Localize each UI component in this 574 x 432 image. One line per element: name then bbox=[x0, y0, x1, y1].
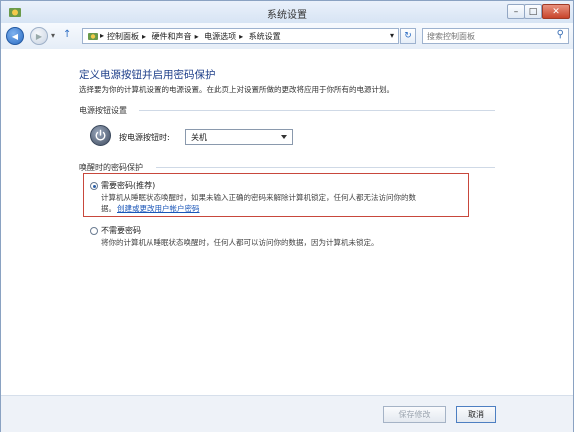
section-divider bbox=[156, 167, 495, 168]
refresh-icon: ↻ bbox=[404, 31, 412, 41]
system-settings-window: 系统设置 – □ ✕ ◀ ▶ ▾ ↑ ▸ 控制面板 ▸ 硬件和声音 ▸ 电源选项 ▸ … bbox=[0, 0, 574, 432]
require-password-label[interactable]: 需要密码(推荐) bbox=[101, 180, 155, 191]
maximize-button[interactable]: □ bbox=[524, 4, 542, 19]
breadcrumb-system-settings[interactable]: 系统设置 bbox=[249, 32, 281, 41]
no-password-description: 将你的计算机从睡眠状态唤醒时，任何人都可以访问你的数据，因为计算机未锁定。 bbox=[101, 238, 379, 247]
breadcrumb-separator-icon: ▸ bbox=[194, 32, 199, 41]
recent-pages-dropdown-icon[interactable]: ▾ bbox=[51, 31, 55, 40]
require-password-radio[interactable] bbox=[90, 182, 98, 190]
close-button[interactable]: ✕ bbox=[542, 4, 570, 19]
no-password-label[interactable]: 不需要密码 bbox=[101, 225, 141, 236]
power-button-icon bbox=[90, 125, 111, 146]
address-dropdown-icon[interactable]: ▾ bbox=[390, 31, 394, 40]
refresh-button[interactable]: ↻ bbox=[400, 28, 416, 44]
close-icon: ✕ bbox=[552, 6, 560, 17]
require-password-description-cont: 据。 bbox=[101, 204, 116, 213]
cancel-button[interactable]: 取消 bbox=[456, 406, 496, 423]
search-icon[interactable]: ⚲ bbox=[557, 29, 564, 40]
page-description: 选择要为你的计算机设置的电源设置。在此页上对设置所做的更改将应用于你所有的电源计… bbox=[79, 85, 394, 94]
require-password-description: 计算机从睡眠状态唤醒时，如果未输入正确的密码来解除计算机锁定，任何人都无法访问你… bbox=[101, 193, 416, 202]
forward-button[interactable]: ▶ bbox=[30, 27, 48, 45]
minimize-icon: – bbox=[513, 6, 519, 17]
breadcrumb-separator-icon: ▸ bbox=[142, 32, 147, 41]
wake-password-section-title: 唤醒时的密码保护 bbox=[79, 163, 143, 172]
minimize-button[interactable]: – bbox=[507, 4, 525, 19]
create-change-password-link[interactable]: 创建或更改用户帐户密码 bbox=[117, 203, 200, 214]
maximize-icon: □ bbox=[528, 6, 538, 17]
footer-bar: 保存修改 取消 bbox=[1, 395, 573, 432]
address-bar[interactable]: ▸ 控制面板 ▸ 硬件和声音 ▸ 电源选项 ▸ 系统设置 ▾ bbox=[82, 28, 399, 44]
main-content: 定义电源按钮并启用密码保护 选择要为你的计算机设置的电源设置。在此页上对设置所做… bbox=[1, 49, 573, 395]
forward-arrow-icon: ▶ bbox=[35, 31, 43, 41]
page-title: 定义电源按钮并启用密码保护 bbox=[79, 69, 216, 81]
breadcrumb: 控制面板 ▸ 硬件和声音 ▸ 电源选项 ▸ 系统设置 bbox=[107, 31, 284, 42]
breadcrumb-power-options[interactable]: 电源选项 bbox=[204, 32, 236, 41]
save-changes-button[interactable]: 保存修改 bbox=[383, 406, 446, 423]
power-button-action-select[interactable]: 关机 bbox=[185, 129, 293, 145]
section-divider bbox=[139, 110, 495, 111]
back-arrow-icon: ◀ bbox=[11, 31, 19, 41]
breadcrumb-separator-icon: ▸ bbox=[239, 32, 244, 41]
power-button-action-value: 关机 bbox=[191, 133, 207, 142]
navigation-bar: ◀ ▶ ▾ ↑ ▸ 控制面板▸ 硬件和声音▸ 电源选项▸ 系统设置 ▾ ↻ ⚲ bbox=[1, 23, 573, 50]
title-bar: 系统设置 – □ ✕ bbox=[1, 1, 573, 23]
up-level-icon[interactable]: ↑ bbox=[63, 29, 71, 40]
back-button[interactable]: ◀ bbox=[6, 27, 24, 45]
window-title: 系统设置 bbox=[267, 10, 307, 21]
breadcrumb-separator-icon: ▸ bbox=[100, 31, 105, 40]
power-button-label: 按电源按钮时: bbox=[119, 133, 170, 142]
search-box[interactable]: ⚲ bbox=[422, 28, 569, 44]
search-input[interactable] bbox=[427, 30, 545, 42]
breadcrumb-control-panel[interactable]: 控制面板 bbox=[107, 32, 139, 41]
breadcrumb-hardware-sound[interactable]: 硬件和声音 bbox=[152, 32, 192, 41]
power-button-section-title: 电源按钮设置 bbox=[79, 106, 127, 115]
chevron-down-icon bbox=[281, 135, 287, 139]
no-password-radio[interactable] bbox=[90, 227, 98, 235]
control-panel-breadcrumb-icon bbox=[87, 30, 99, 44]
